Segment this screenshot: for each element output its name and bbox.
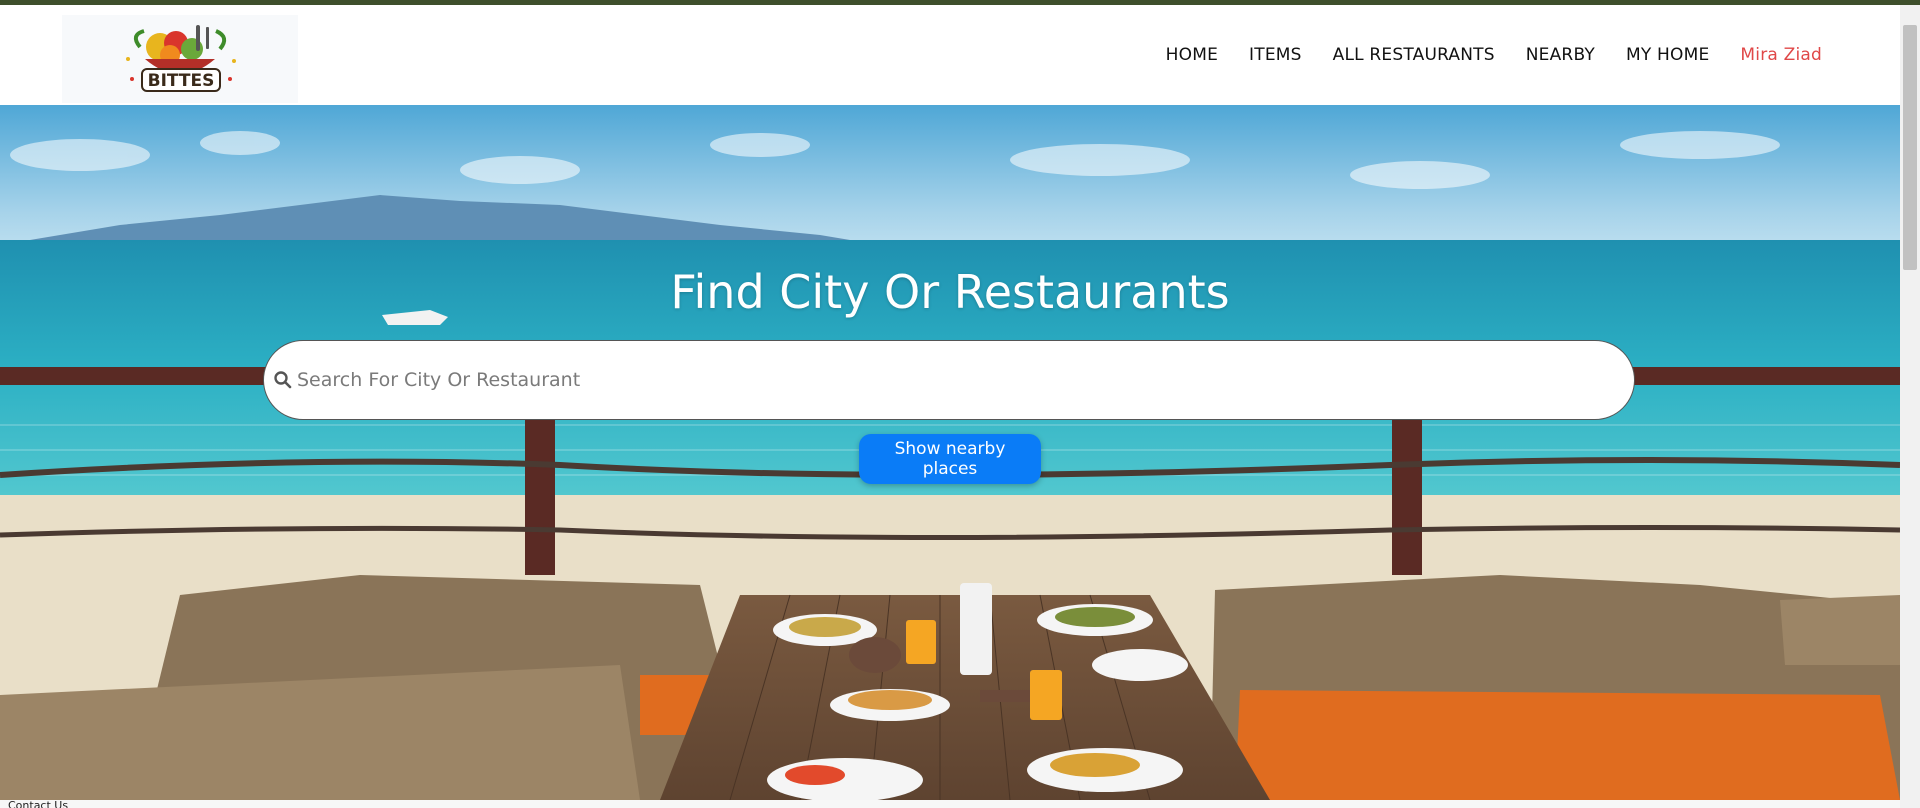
page-scrollbar[interactable] (1900, 5, 1920, 808)
search-input[interactable] (295, 368, 1634, 392)
search-bar[interactable] (263, 340, 1635, 420)
search-icon (274, 371, 292, 389)
nav-nearby[interactable]: NEARBY (1526, 45, 1595, 65)
hero-title: Find City Or Restaurants (670, 265, 1230, 319)
logo-icon: BITTES (126, 25, 236, 92)
navbar: BITTES HOME ITEMS ALL RESTAURANTS NEARBY… (0, 5, 1900, 105)
nav-user-account[interactable]: Mira Ziad (1740, 45, 1822, 65)
logo[interactable]: BITTES (62, 15, 298, 103)
logo-text: BITTES (148, 71, 215, 91)
show-nearby-places-button[interactable]: Show nearby places (859, 434, 1041, 484)
footer-contact-link[interactable]: Contact Us (8, 801, 68, 808)
nav-home[interactable]: HOME (1166, 45, 1218, 65)
scrollbar-thumb[interactable] (1903, 25, 1917, 270)
footer-strip (0, 800, 1900, 808)
nav-all-restaurants[interactable]: ALL RESTAURANTS (1333, 45, 1495, 65)
main-nav: HOME ITEMS ALL RESTAURANTS NEARBY MY HOM… (1166, 5, 1822, 105)
nav-my-home[interactable]: MY HOME (1626, 45, 1709, 65)
nav-items[interactable]: ITEMS (1249, 45, 1302, 65)
hero-section: Find City Or Restaurants Show nearby pla… (0, 105, 1900, 800)
